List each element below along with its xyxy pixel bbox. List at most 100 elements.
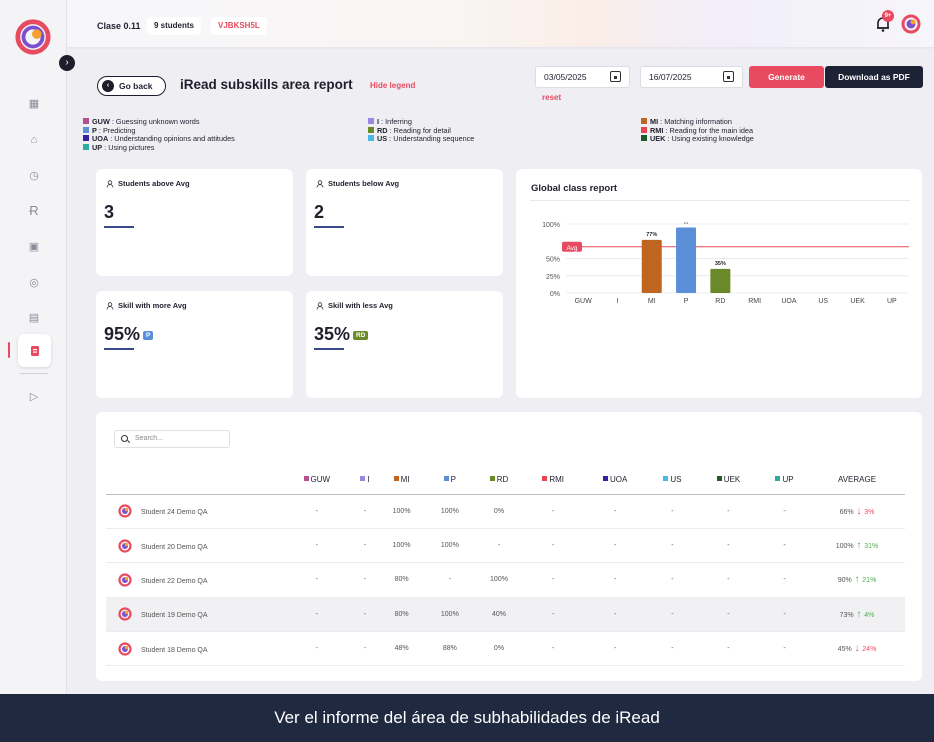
- class-code-pill[interactable]: VJBKSH5L: [211, 17, 267, 35]
- skill-more-value-row: 95% P: [104, 324, 154, 345]
- column-header-guw[interactable]: GUW: [281, 466, 353, 495]
- y-tick-label: 0%: [550, 291, 560, 298]
- students-below-title: Students below Avg: [328, 179, 400, 188]
- arrow-up-icon: ↑: [853, 540, 865, 552]
- column-header-us[interactable]: US: [648, 466, 697, 495]
- play-icon[interactable]: ▷: [24, 386, 44, 406]
- bar-value-label: 77%: [646, 232, 657, 238]
- column-swatch: [716, 476, 722, 482]
- hide-legend-link[interactable]: Hide legend: [370, 81, 415, 90]
- student-avatar: [118, 642, 132, 656]
- column-header-i[interactable]: I: [352, 466, 378, 495]
- score-cell: 100%: [425, 494, 474, 529]
- table-row[interactable]: Student 19 Demo QA - -80% 100% 40% - - - - -73% ↑…: [106, 597, 905, 633]
- column-header-mi[interactable]: MI: [377, 466, 426, 495]
- table-header-row: GUW I MI P RD RMI UOA US UEK UP AVERAGE: [106, 466, 905, 495]
- average-label: Avg: [566, 245, 577, 252]
- student-name[interactable]: Student 22 Demo QA: [141, 578, 208, 585]
- legend-item: UEK : Using existing knowledge: [641, 134, 754, 144]
- active-indicator: [8, 342, 10, 358]
- sidebar-collapse-button[interactable]: ›: [59, 55, 75, 71]
- x-tick-label: RMI: [748, 298, 761, 305]
- report-icon: [30, 345, 39, 356]
- table-row[interactable]: Student 24 Demo QA - -100% 100% 0% - - - - -66% ↓…: [106, 494, 905, 529]
- student-name[interactable]: Student 18 Demo QA: [141, 647, 208, 654]
- table-row[interactable]: Student 18 Demo QA - -48% 88% 0% - - - - -45% ↓ 2…: [106, 631, 905, 667]
- column-header-uek[interactable]: UEK: [696, 466, 761, 495]
- score-cell: -: [648, 528, 697, 564]
- legend-swatch: [368, 126, 374, 133]
- average-value: 45%: [837, 646, 852, 654]
- student-avatar: [118, 607, 132, 621]
- column-swatch: [489, 476, 495, 482]
- puzzle-icon[interactable]: ⌂: [24, 130, 44, 150]
- column-label: UOA: [610, 475, 628, 485]
- date-to-field[interactable]: 16/07/2025: [640, 66, 743, 88]
- score-cell: 0%: [473, 494, 524, 529]
- document-icon[interactable]: ▣: [24, 236, 44, 256]
- arrow-down-icon: ↓: [853, 505, 865, 517]
- table-row[interactable]: Student 22 Demo QA - -80% -100% - - - - -90% ↑ 2…: [106, 562, 905, 598]
- arrow-up-icon: ↑: [851, 574, 863, 586]
- column-label: US: [670, 475, 682, 485]
- topbar: Clase 0.11 9 students VJBKSH5L 9+: [67, 0, 934, 48]
- score-cell: -: [760, 528, 809, 564]
- column-swatch: [443, 476, 449, 482]
- student-name[interactable]: Student 20 Demo QA: [141, 544, 208, 551]
- column-header-rmi[interactable]: RMI: [524, 466, 583, 495]
- score-cell: 100%: [377, 528, 426, 564]
- score-cell: -: [696, 494, 761, 529]
- clock-icon[interactable]: ◷: [24, 165, 44, 185]
- column-header-p[interactable]: P: [425, 466, 474, 495]
- legend-swatch: [641, 135, 647, 141]
- badge-icon[interactable]: ◎: [24, 272, 44, 292]
- stat-underline: [104, 226, 134, 228]
- grid-icon[interactable]: ▤: [24, 307, 44, 327]
- students-table: GUW I MI P RD RMI UOA US UEK UP AVERAGE Student 24…: [106, 466, 905, 667]
- date-from-field[interactable]: 03/05/2025: [535, 66, 630, 88]
- column-header-rd[interactable]: RD: [473, 466, 524, 495]
- skill-more-value: 95%: [104, 324, 141, 344]
- stat-title: Skill with more Avg: [106, 301, 187, 310]
- calendar-icon[interactable]: [723, 71, 734, 82]
- students-pill: 9 students: [147, 17, 202, 35]
- user-icon: [106, 179, 114, 188]
- go-back-button[interactable]: ‹ Go back: [97, 76, 166, 96]
- legend-column: MI : Matching information RMI : Reading f…: [641, 117, 754, 144]
- students-below-card: Students below Avg 2: [306, 169, 503, 276]
- page-title: iRead subskills area report: [180, 77, 353, 92]
- generate-button[interactable]: Generate: [749, 66, 824, 88]
- report-nav-button[interactable]: [18, 334, 51, 367]
- download-pdf-button[interactable]: Download as PDF: [825, 66, 923, 88]
- column-header-uoa[interactable]: UOA: [582, 466, 649, 495]
- score-cell: -: [524, 494, 583, 529]
- score-cell: 40%: [473, 597, 524, 633]
- score-cell: -: [281, 597, 353, 633]
- x-tick-label: P: [684, 298, 689, 305]
- column-header-up[interactable]: UP: [760, 466, 809, 495]
- score-cell: -: [648, 562, 697, 598]
- reset-link[interactable]: reset: [542, 93, 561, 102]
- dashboard-icon[interactable]: ▦: [24, 93, 44, 113]
- column-label: I: [367, 475, 370, 485]
- column-swatch: [393, 476, 399, 482]
- column-label: UEK: [723, 475, 741, 485]
- score-cell: -: [696, 528, 761, 564]
- app-logo[interactable]: [14, 18, 52, 56]
- column-swatch: [303, 476, 309, 482]
- reading-icon[interactable]: Ɍ: [24, 200, 44, 220]
- average-value: 90%: [837, 577, 852, 585]
- table-row[interactable]: Student 20 Demo QA - -100% 100% - - - - - -100% ↑…: [106, 528, 905, 564]
- average-header[interactable]: AVERAGE: [809, 466, 905, 495]
- user-avatar[interactable]: [901, 14, 921, 34]
- search-input[interactable]: Search...: [114, 430, 230, 448]
- stat-title: Skill with less Avg: [316, 301, 393, 310]
- calendar-icon[interactable]: [610, 71, 621, 82]
- bar-p: [676, 227, 697, 293]
- legend-desc: : Using pictures: [102, 142, 155, 152]
- legend-swatch: [641, 126, 647, 133]
- student-name[interactable]: Student 19 Demo QA: [141, 612, 208, 619]
- score-cell: -: [582, 494, 649, 529]
- average-cell: 90% ↑ 21%: [809, 562, 905, 598]
- student-name[interactable]: Student 24 Demo QA: [141, 509, 208, 516]
